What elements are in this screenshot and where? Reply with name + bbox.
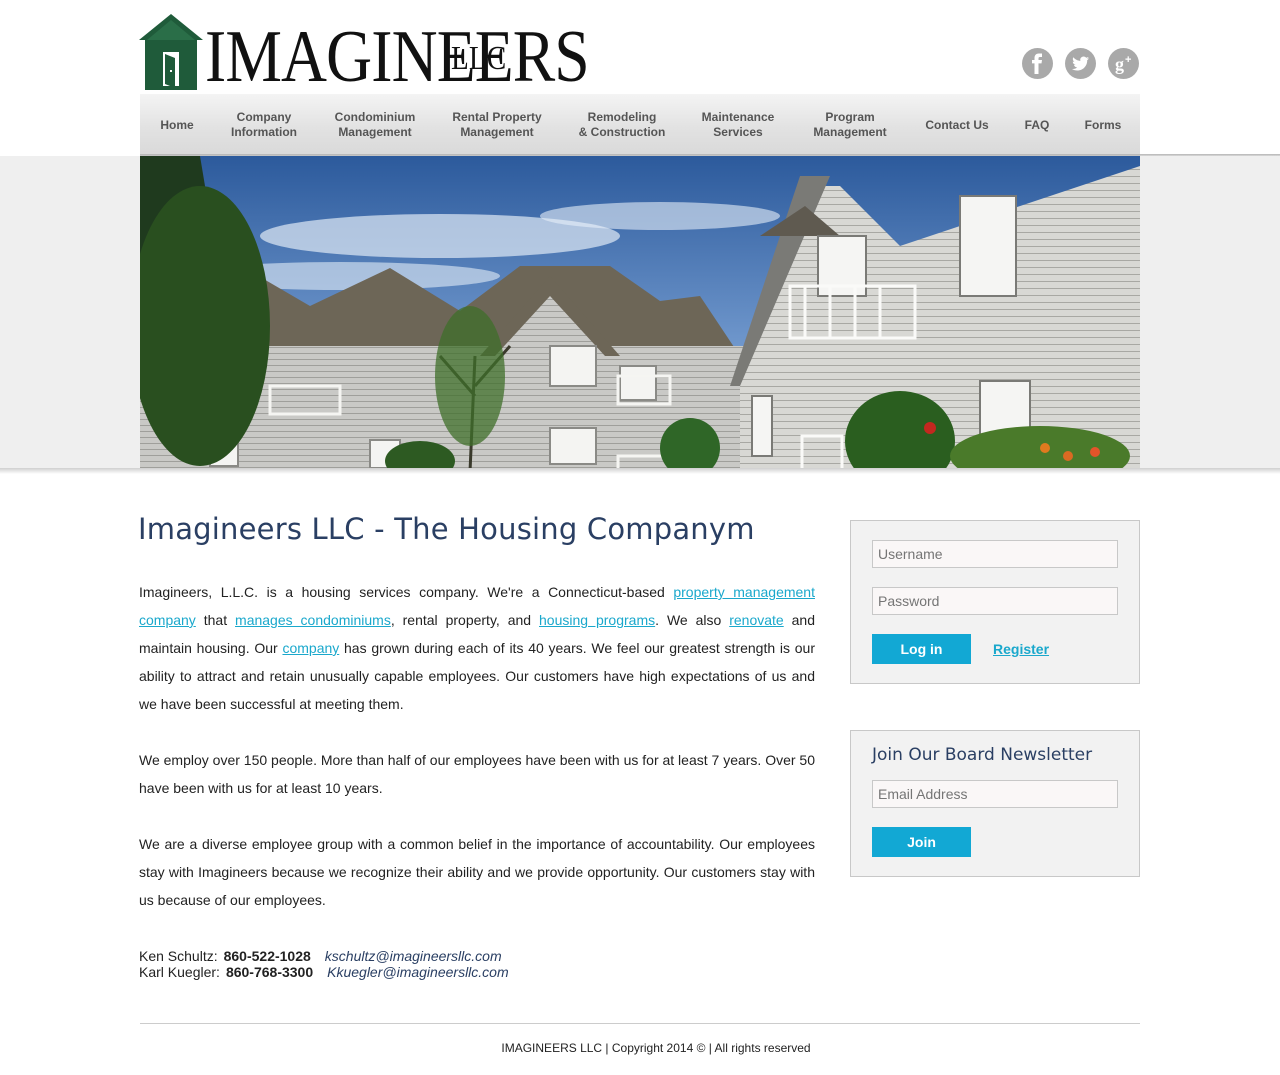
username-input[interactable] xyxy=(872,540,1118,568)
site-logo[interactable]: IMAGINEERS xyxy=(139,14,651,98)
footer-copyright: IMAGINEERS LLC | Copyright 2014 © | All … xyxy=(501,1041,811,1055)
main-content: Imagineers, L.L.C. is a housing services… xyxy=(139,578,815,942)
footer-divider xyxy=(140,1023,1140,1024)
text-fragment: , rental property, and xyxy=(390,612,540,628)
main-navigation: Home Company Information Condominium Man… xyxy=(140,94,1140,156)
logo-wordmark: IMAGINEERS xyxy=(205,16,590,98)
nav-item-home[interactable]: Home xyxy=(140,94,214,156)
email-input[interactable] xyxy=(872,780,1118,808)
contact-name: Karl Kuegler: xyxy=(139,964,220,980)
logo-suffix: LLC xyxy=(451,40,507,77)
contact-email[interactable]: Kkuegler@imagineersllc.com xyxy=(327,964,509,980)
contact-phone: 860-768-3300 xyxy=(225,964,314,980)
contact-list: Ken Schultz: 860-522-1028 kschultz@imagine… xyxy=(139,948,509,980)
nav-item-condominium-management[interactable]: Condominium Management xyxy=(314,94,436,156)
newsletter-panel: Join Our Board Newsletter Join xyxy=(850,730,1140,877)
hero-image-condominiums xyxy=(140,156,1140,472)
nav-item-maintenance-services[interactable]: Maintenance Services xyxy=(686,94,790,156)
join-button[interactable]: Join xyxy=(872,827,971,857)
house-logo-icon xyxy=(139,14,203,90)
link-manages-condominiums[interactable]: manages condominiums xyxy=(235,612,391,628)
employees-paragraph: We employ over 150 people. More than hal… xyxy=(139,752,816,796)
password-input[interactable] xyxy=(872,587,1118,615)
nav-item-contact-us[interactable]: Contact Us xyxy=(910,94,1004,156)
login-panel: Log in Register xyxy=(850,520,1140,684)
link-company[interactable]: company xyxy=(282,640,339,656)
nav-item-remodeling-construction[interactable]: Remodeling & Construction xyxy=(558,94,686,156)
text-fragment: Imagineers, L.L.C. is a housing services… xyxy=(139,584,674,600)
twitter-icon[interactable] xyxy=(1065,48,1096,79)
site-header: IMAGINEERS LLC g + xyxy=(0,0,1280,94)
text-fragment: . We also xyxy=(655,612,730,628)
social-links: g + xyxy=(1022,48,1139,79)
facebook-icon[interactable] xyxy=(1022,48,1053,79)
nav-item-rental-property-management[interactable]: Rental Property Management xyxy=(436,94,558,156)
hero-side-left xyxy=(0,156,140,472)
nav-item-program-management[interactable]: Program Management xyxy=(790,94,910,156)
svg-text:+: + xyxy=(1125,54,1131,66)
contact-row: Ken Schultz: 860-522-1028 kschultz@imagine… xyxy=(139,948,509,964)
register-link[interactable]: Register xyxy=(993,641,1049,657)
intro-paragraph: Imagineers, L.L.C. is a housing services… xyxy=(139,578,815,718)
nav-item-faq[interactable]: FAQ xyxy=(1004,94,1070,156)
google-plus-icon[interactable]: g + xyxy=(1108,48,1139,79)
hero-bottom-shadow xyxy=(0,468,1280,474)
login-button[interactable]: Log in xyxy=(872,634,971,664)
nav-item-company-information[interactable]: Company Information xyxy=(214,94,314,156)
accountability-paragraph: We are a diverse employee group with a c… xyxy=(139,836,815,908)
newsletter-title: Join Our Board Newsletter xyxy=(872,745,1093,765)
text-fragment: that xyxy=(195,612,236,628)
contact-email[interactable]: kschultz@imagineersllc.com xyxy=(325,948,502,964)
nav-item-forms[interactable]: Forms xyxy=(1070,94,1136,156)
contact-row: Karl Kuegler: 860-768-3300 Kkuegler@imagin… xyxy=(139,964,509,980)
contact-name: Ken Schultz: xyxy=(139,948,218,964)
link-housing-programs[interactable]: housing programs xyxy=(539,612,655,628)
svg-text:g: g xyxy=(1115,54,1124,74)
contact-phone: 860-522-1028 xyxy=(223,948,311,964)
link-renovate[interactable]: renovate xyxy=(729,612,783,628)
page-title: Imagineers LLC - The Housing Companym xyxy=(138,512,755,546)
hero-side-right xyxy=(1140,156,1280,472)
